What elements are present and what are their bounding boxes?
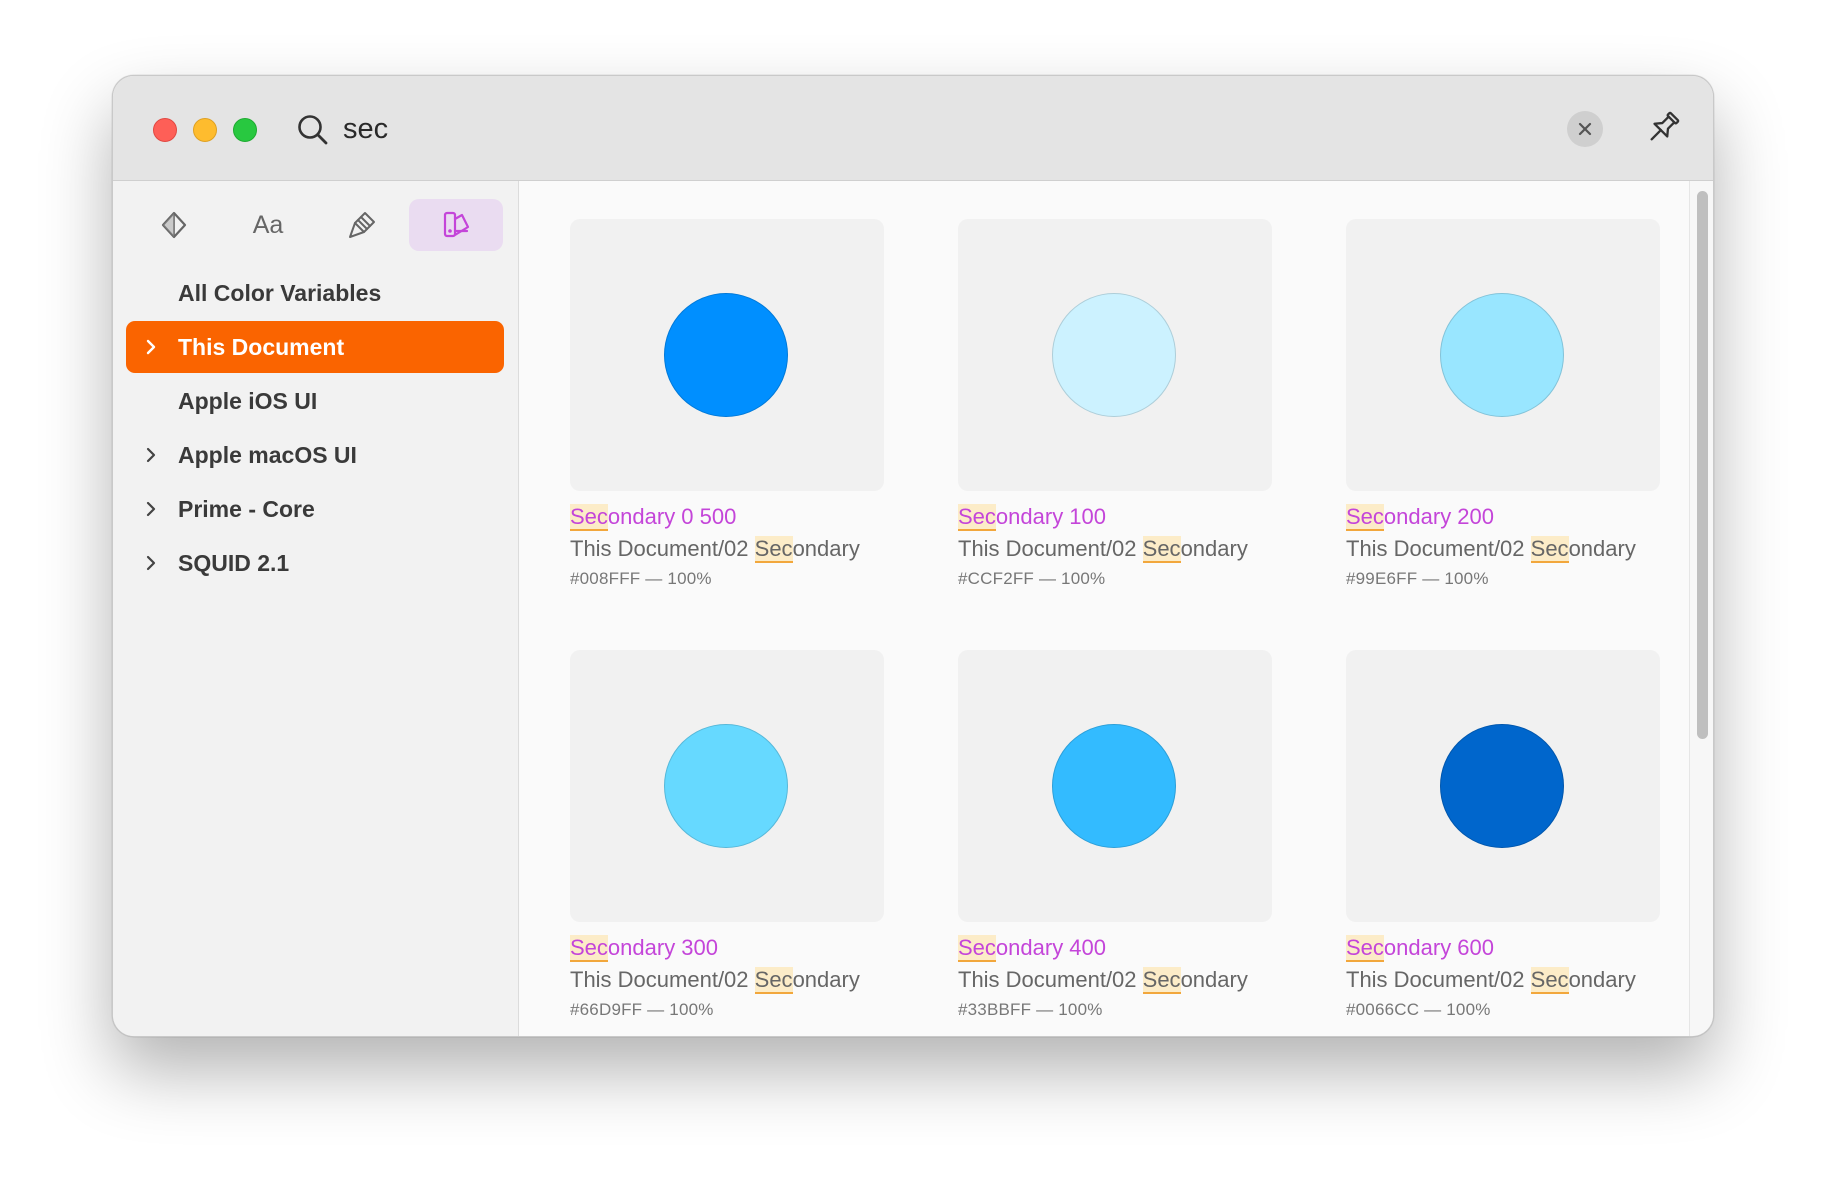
color-swatch bbox=[1440, 293, 1564, 417]
color-swatch bbox=[664, 293, 788, 417]
color-path: This Document/02 Secondary bbox=[570, 536, 860, 563]
color-path-prefix: This Document/02 bbox=[570, 536, 755, 561]
color-name: Secondary 100 bbox=[958, 504, 1107, 531]
sidebar-item-squid[interactable]: SQUID 2.1 bbox=[126, 537, 504, 589]
color-path: This Document/02 Secondary bbox=[1346, 967, 1636, 994]
close-window-button[interactable] bbox=[153, 118, 177, 142]
search-match: Sec bbox=[570, 504, 608, 531]
chevron-right-icon[interactable] bbox=[142, 500, 160, 518]
search-match: Sec bbox=[1142, 536, 1181, 563]
chevron-right-icon bbox=[146, 339, 156, 355]
color-path: This Document/02 Secondary bbox=[1346, 536, 1636, 563]
color-hex: #008FFF — 100% bbox=[570, 569, 712, 588]
color-path-prefix: This Document/02 bbox=[1346, 967, 1531, 992]
color-name: Secondary 200 bbox=[1346, 504, 1495, 531]
sidebar-item-label: Apple macOS UI bbox=[178, 441, 357, 468]
sidebar-item-label: Apple iOS UI bbox=[178, 387, 318, 414]
sidebar-item-apple-macos-ui[interactable]: Apple macOS UI bbox=[126, 429, 504, 481]
search-match: Sec bbox=[1142, 967, 1181, 994]
color-name: Secondary 400 bbox=[958, 935, 1107, 962]
sidebar: Aa All Color Variables This Document App… bbox=[113, 181, 519, 1036]
color-name: Secondary 600 bbox=[1346, 935, 1495, 962]
text-styles-label: Aa bbox=[252, 210, 284, 239]
scrollbar[interactable] bbox=[1689, 181, 1713, 1036]
color-swatch bbox=[1052, 293, 1176, 417]
color-name: Secondary 300 bbox=[570, 935, 719, 962]
color-name-rest: ondary 0 500 bbox=[607, 504, 737, 529]
color-name-rest: ondary 400 bbox=[995, 935, 1107, 960]
chevron-right-icon[interactable] bbox=[142, 446, 160, 464]
color-path-prefix: This Document/02 bbox=[1346, 536, 1531, 561]
color-path-prefix: This Document/02 bbox=[570, 967, 755, 992]
color-path-rest: ondary bbox=[1180, 967, 1248, 992]
color-swatch bbox=[1052, 724, 1176, 848]
swatch-preview bbox=[958, 219, 1272, 491]
color-name: Secondary 0 500 bbox=[570, 504, 737, 531]
search-match: Sec bbox=[1346, 504, 1384, 531]
color-grid: Secondary 0 500 This Document/02 Seconda… bbox=[519, 181, 1689, 1036]
paintbrush-icon bbox=[349, 212, 375, 238]
diamond-icon bbox=[161, 211, 187, 239]
color-path-prefix: This Document/02 bbox=[958, 967, 1143, 992]
color-path-prefix: This Document/02 bbox=[958, 536, 1143, 561]
color-path-rest: ondary bbox=[792, 967, 860, 992]
search-match: Sec bbox=[754, 536, 793, 563]
search-match: Sec bbox=[958, 504, 996, 531]
search-match: Sec bbox=[1530, 967, 1569, 994]
search-match: Sec bbox=[754, 967, 793, 994]
tab-color-variables[interactable] bbox=[409, 199, 503, 251]
sidebar-item-label: All Color Variables bbox=[178, 279, 382, 306]
sidebar-item-apple-ios-ui[interactable]: Apple iOS UI bbox=[126, 375, 504, 427]
color-name-rest: ondary 300 bbox=[607, 935, 719, 960]
swatch-preview bbox=[1346, 219, 1660, 491]
color-hex: #66D9FF — 100% bbox=[570, 1000, 714, 1019]
color-swatch-icon bbox=[443, 211, 470, 238]
swatch-preview bbox=[958, 650, 1272, 922]
tab-components[interactable] bbox=[127, 199, 221, 251]
color-path: This Document/02 Secondary bbox=[958, 536, 1248, 563]
chevron-right-icon[interactable] bbox=[142, 554, 160, 572]
color-swatch bbox=[1440, 724, 1564, 848]
color-path-rest: ondary bbox=[792, 536, 860, 561]
sidebar-item-this-document[interactable]: This Document bbox=[126, 321, 504, 373]
swatch-preview bbox=[570, 650, 884, 922]
title-bar bbox=[113, 76, 1713, 181]
color-hex: #99E6FF — 100% bbox=[1346, 569, 1489, 588]
tab-text-styles[interactable]: Aa bbox=[221, 199, 315, 251]
search-match: Sec bbox=[570, 935, 608, 962]
sidebar-item-label: Prime - Core bbox=[178, 495, 315, 522]
search-match: Sec bbox=[1346, 935, 1384, 962]
color-path-rest: ondary bbox=[1180, 536, 1248, 561]
scroll-thumb[interactable] bbox=[1697, 191, 1708, 739]
color-hex: #33BBFF — 100% bbox=[958, 1000, 1103, 1019]
color-path: This Document/02 Secondary bbox=[570, 967, 860, 994]
swatch-preview bbox=[570, 219, 884, 491]
search-icon bbox=[298, 115, 328, 145]
color-swatch bbox=[664, 724, 788, 848]
color-hex: #0066CC — 100% bbox=[1346, 1000, 1491, 1019]
tab-layer-styles[interactable] bbox=[315, 199, 409, 251]
color-name-rest: ondary 200 bbox=[1383, 504, 1495, 529]
sidebar-item-all-color-variables[interactable]: All Color Variables bbox=[126, 267, 504, 319]
clear-search-button[interactable] bbox=[1567, 111, 1603, 147]
close-icon bbox=[1578, 122, 1592, 136]
search-match: Sec bbox=[1530, 536, 1569, 563]
pin-icon[interactable] bbox=[1643, 108, 1683, 148]
color-path: This Document/02 Secondary bbox=[958, 967, 1248, 994]
color-name-rest: ondary 600 bbox=[1383, 935, 1495, 960]
color-name-rest: ondary 100 bbox=[995, 504, 1107, 529]
sidebar-item-prime-core[interactable]: Prime - Core bbox=[126, 483, 504, 535]
sidebar-item-label: SQUID 2.1 bbox=[178, 549, 290, 576]
color-path-rest: ondary bbox=[1568, 967, 1636, 992]
swatch-preview bbox=[1346, 650, 1660, 922]
color-path-rest: ondary bbox=[1568, 536, 1636, 561]
search-input[interactable] bbox=[343, 106, 1243, 152]
app-window: Aa All Color bbox=[112, 75, 1714, 1037]
color-hex: #CCF2FF — 100% bbox=[958, 569, 1106, 588]
search-match: Sec bbox=[958, 935, 996, 962]
sidebar-item-label: This Document bbox=[178, 333, 345, 360]
zoom-window-button[interactable] bbox=[233, 118, 257, 142]
minimize-window-button[interactable] bbox=[193, 118, 217, 142]
